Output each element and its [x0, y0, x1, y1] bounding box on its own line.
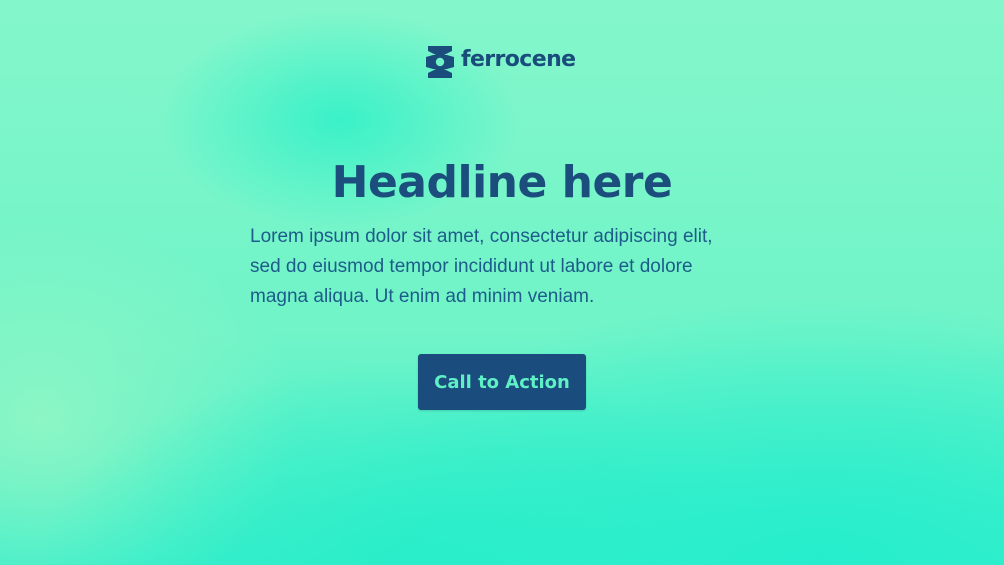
ferrocene-logo-icon: [426, 46, 454, 78]
brand-logo[interactable]: ferrocene: [425, 44, 585, 80]
call-to-action-button[interactable]: Call to Action: [418, 354, 586, 410]
brand-name: ferrocene: [461, 47, 576, 72]
hero-body-text: Lorem ipsum dolor sit amet, consectetur …: [250, 226, 713, 307]
hero-headline: Headline here: [331, 157, 673, 208]
